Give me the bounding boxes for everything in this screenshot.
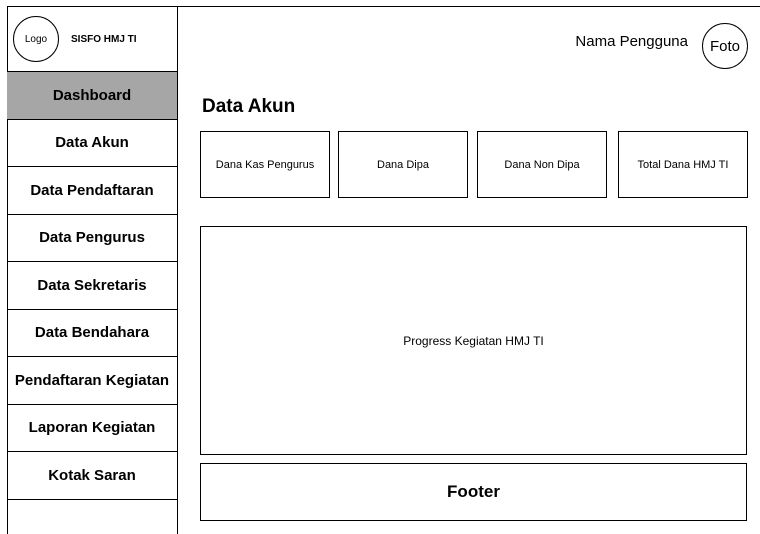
card-dana-non-dipa[interactable]: Dana Non Dipa	[477, 131, 607, 198]
page-title: Data Akun	[202, 96, 296, 117]
sidebar-item-data-pendaftaran[interactable]: Data Pendaftaran	[7, 167, 177, 215]
app-title: SISFO HMJ TI	[71, 33, 137, 45]
sidebar-item-laporan-kegiatan[interactable]: Laporan Kegiatan	[7, 405, 177, 452]
sidebar-item-pendaftaran-kegiatan[interactable]: Pendaftaran Kegiatan	[7, 357, 177, 405]
card-dana-kas-pengurus[interactable]: Dana Kas Pengurus	[200, 131, 330, 198]
brand-area: Logo SISFO HMJ TI	[7, 6, 178, 72]
user-name[interactable]: Nama Pengguna	[575, 33, 688, 50]
card-dana-dipa[interactable]: Dana Dipa	[338, 131, 468, 198]
user-photo-avatar[interactable]: Foto	[702, 23, 748, 69]
footer-label: Footer	[447, 482, 500, 501]
progress-label: Progress Kegiatan HMJ TI	[403, 333, 544, 348]
sidebar-item-kotak-saran[interactable]: Kotak Saran	[7, 452, 177, 500]
card-total-dana[interactable]: Total Dana HMJ TI	[618, 131, 748, 198]
sidebar-item-dashboard[interactable]: Dashboard	[7, 72, 177, 120]
sidebar-item-data-bendahara[interactable]: Data Bendahara	[7, 310, 177, 357]
top-bar: Nama Pengguna Foto	[178, 6, 760, 72]
footer: Footer	[200, 463, 747, 521]
logo[interactable]: Logo	[13, 16, 59, 62]
sidebar: Dashboard Data Akun Data Pendaftaran Dat…	[7, 71, 178, 534]
sidebar-item-data-sekretaris[interactable]: Data Sekretaris	[7, 262, 177, 310]
progress-panel: Progress Kegiatan HMJ TI	[200, 226, 747, 455]
sidebar-item-data-akun[interactable]: Data Akun	[7, 120, 177, 167]
sidebar-item-data-pengurus[interactable]: Data Pengurus	[7, 215, 177, 262]
